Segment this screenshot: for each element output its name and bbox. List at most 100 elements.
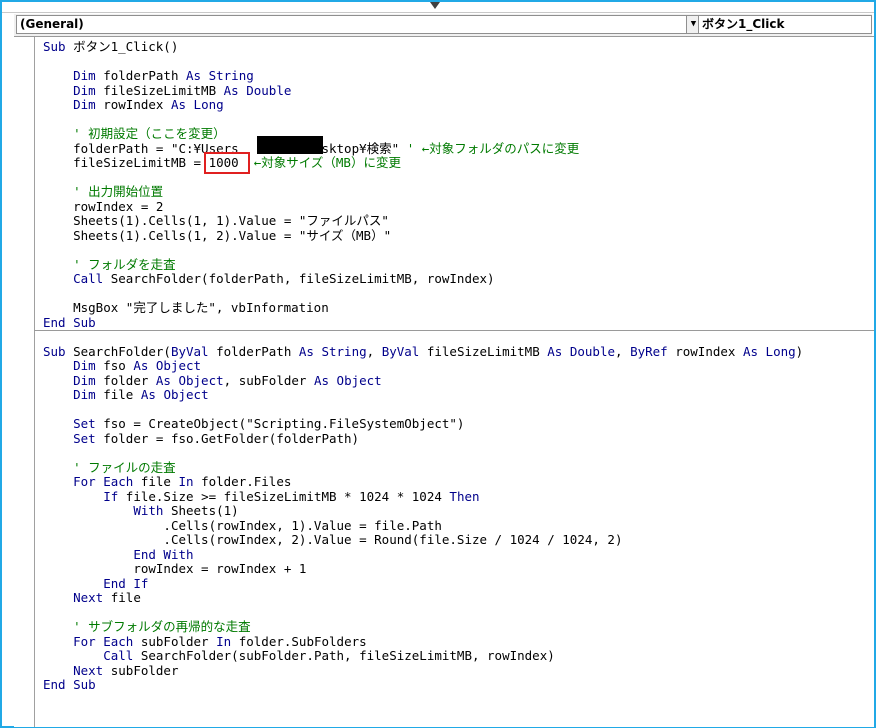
code-line: Dim fileSizeLimitMB As Double	[43, 82, 803, 99]
code-token: MsgBox "完了しました", vbInformation	[73, 300, 329, 315]
code-token: SearchFolder(subFolder.Path, fileSizeLim…	[133, 648, 555, 663]
code-keyword: Set	[73, 430, 96, 446]
code-line: ' フォルダを走査	[43, 256, 803, 273]
code-editor[interactable]: Sub ボタン1_Click() Dim folderPath As Strin…	[14, 36, 874, 727]
code-token: rowIndex	[667, 343, 743, 359]
code-comment: ' ←対象フォルダのパスに変更	[406, 140, 580, 156]
code-token: file.Size >= fileSizeLimitMB * 1024 * 10…	[118, 488, 450, 504]
code-line: .Cells(rowIndex, 2).Value = Round(file.S…	[43, 532, 803, 548]
code-keyword: With	[133, 503, 164, 518]
code-line: Set fso = CreateObject("Scripting.FileSy…	[43, 416, 803, 432]
code-line: Sheets(1).Cells(1, 2).Value = "サイズ（MB）"	[43, 228, 803, 244]
code-keyword: Object	[336, 372, 382, 388]
code-keyword: Then	[449, 488, 480, 504]
code-token: file	[133, 474, 179, 489]
code-keyword: String	[208, 68, 254, 83]
code-keyword: End Sub	[43, 677, 96, 692]
code-line: ' 出力開始位置	[43, 184, 803, 200]
code-token: folder.Files	[193, 474, 292, 489]
code-token: fso	[103, 358, 126, 373]
code-text[interactable]: Sub ボタン1_Click() Dim folderPath As Strin…	[43, 39, 804, 693]
code-comment: ' 出力開始位置	[73, 184, 164, 199]
code-keyword: As	[133, 387, 164, 402]
code-line: Dim folderPath As String	[43, 68, 803, 84]
code-line: ' 初期設定（ここを変更）	[43, 126, 803, 142]
code-keyword: Sub	[43, 39, 74, 54]
code-token: fileSizeLimitMB	[419, 343, 548, 359]
code-token: fileSizeLimitMB =	[73, 155, 209, 170]
code-token: folder.SubFolders	[231, 633, 367, 649]
split-arrow-icon[interactable]	[430, 2, 440, 9]
code-keyword: Call	[103, 648, 134, 663]
code-keyword: Object	[163, 387, 209, 402]
code-line: folderPath = "C:¥Users Desktop¥検索" ' ←対象…	[43, 140, 803, 157]
code-comment: ' 初期設定（ここを変更）	[73, 126, 226, 141]
code-keyword: For Each	[73, 633, 134, 649]
code-keyword: As Double	[547, 343, 615, 359]
code-token: file	[103, 387, 134, 402]
code-keyword: As	[216, 82, 247, 98]
code-line: Next file	[43, 590, 803, 606]
code-line: If file.Size >= fileSizeLimitMB * 1024 *…	[43, 488, 803, 505]
code-token: .Cells(rowIndex, 1).Value = file.Path	[163, 517, 442, 533]
code-keyword: As	[148, 372, 179, 388]
code-keyword: Long	[193, 97, 224, 112]
object-dropdown[interactable]: (General)	[16, 15, 688, 34]
code-token: folderPath	[103, 68, 179, 83]
code-token: subFolder	[133, 633, 217, 649]
code-token: rowIndex	[103, 97, 164, 112]
code-keyword: Dim	[73, 82, 104, 98]
code-keyword: For Each	[73, 474, 134, 489]
code-keyword: As String	[298, 343, 367, 359]
code-line: Call SearchFolder(subFolder.Path, fileSi…	[43, 648, 803, 664]
code-line: With Sheets(1)	[43, 503, 803, 519]
code-keyword: Dim	[73, 358, 104, 373]
code-token: SearchFolder(folderPath, fileSizeLimitMB…	[103, 271, 495, 286]
code-token: subFolder	[103, 662, 179, 678]
code-line: Call SearchFolder(folderPath, fileSizeLi…	[43, 271, 803, 287]
code-comment: ' サブフォルダの再帰的な走査	[73, 619, 251, 634]
code-keyword: Next	[73, 662, 104, 678]
code-keyword: Set	[73, 416, 96, 431]
code-comment: ←対象サイズ（MB）に変更	[253, 155, 401, 170]
code-keyword: ByVal	[170, 343, 209, 359]
code-line: Dim file As Object	[43, 387, 803, 403]
code-keyword: As	[178, 68, 209, 83]
code-token: subFolder	[238, 372, 307, 388]
code-keyword: Dim	[73, 387, 104, 402]
code-token: file	[103, 590, 141, 605]
code-keyword: Call	[73, 271, 104, 286]
code-keyword: Dim	[73, 97, 104, 112]
code-line: Dim rowIndex As Long	[43, 97, 803, 113]
code-comment: ' ファイルの走査	[73, 459, 176, 475]
highlight-box	[204, 152, 250, 174]
code-line: fileSizeLimitMB = 1000 ←対象サイズ（MB）に変更	[43, 155, 803, 171]
code-line: Dim folder As Object, subFolder As Objec…	[73, 372, 382, 388]
code-line: Dim fso As Object	[43, 358, 803, 374]
margin-indicator-bar[interactable]	[14, 37, 35, 727]
procedure-dropdown[interactable]: ボタン1_Click	[698, 15, 872, 34]
code-line: End Sub	[43, 677, 803, 693]
code-line: rowIndex = rowIndex + 1	[43, 561, 803, 577]
code-keyword: Dim	[73, 68, 104, 83]
code-keyword: In	[178, 474, 194, 489]
code-token: rowIndex = 2	[73, 198, 164, 214]
code-line: End With	[43, 547, 803, 563]
code-line: Sub ボタン1_Click()	[43, 39, 803, 55]
code-token: rowIndex = rowIndex + 1	[133, 561, 307, 576]
code-token: SearchFolder(	[65, 343, 171, 359]
code-line: For Each subFolder In folder.SubFolders	[43, 633, 803, 650]
code-keyword: As Long	[742, 343, 796, 359]
code-line: Sub SearchFolder(ByVal folderPath As Str…	[43, 343, 804, 359]
code-keyword: End If	[103, 575, 149, 591]
code-keyword: As	[163, 97, 194, 112]
code-token: .Cells(rowIndex, 2).Value = Round(file.S…	[163, 532, 623, 547]
code-token: fileSizeLimitMB	[103, 82, 217, 98]
code-comment: ' フォルダを走査	[73, 256, 176, 272]
